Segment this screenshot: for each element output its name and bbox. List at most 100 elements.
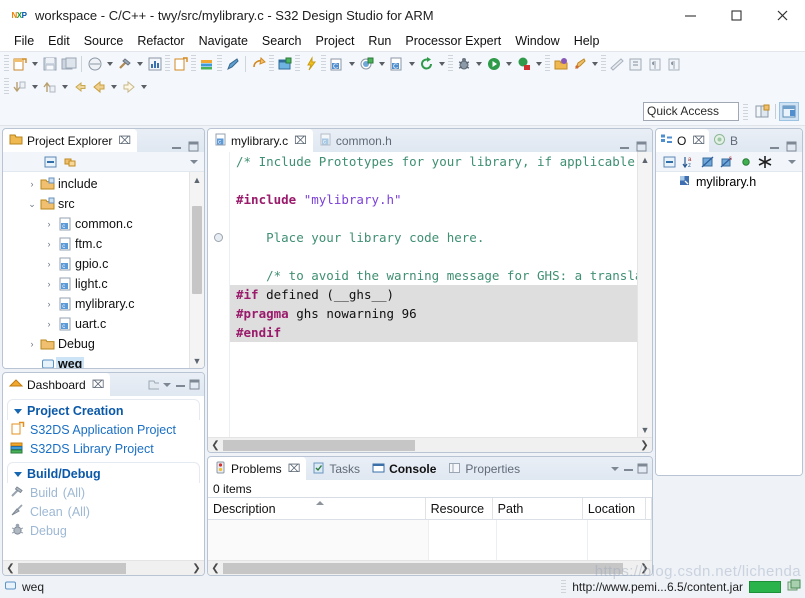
tab-console[interactable]: Console	[366, 457, 442, 480]
hide-nonpublic-icon[interactable]	[738, 154, 753, 169]
show-formatting-icon[interactable]: ¶	[664, 54, 683, 73]
column-header-description[interactable]: Description	[208, 498, 426, 519]
search-pen-icon[interactable]	[570, 54, 589, 73]
scroll-right-icon[interactable]: ❯	[189, 563, 204, 574]
hide-static-icon[interactable]: s	[719, 154, 734, 169]
maximize-view-icon[interactable]	[637, 463, 648, 474]
last-edit-location-icon[interactable]	[70, 77, 89, 96]
dashboard-hscrollbar[interactable]: ❮ ❯	[3, 560, 204, 575]
import-icon[interactable]	[249, 54, 268, 73]
scrollbar-thumb[interactable]	[192, 206, 202, 294]
close-icon[interactable]: ⌧	[294, 134, 307, 147]
expand-arrow-icon[interactable]: ›	[42, 259, 56, 269]
minimize-view-icon[interactable]	[171, 141, 182, 152]
back-dropdown-icon[interactable]	[108, 77, 119, 96]
new-c-project-icon[interactable]	[171, 54, 190, 73]
open-resource-icon[interactable]	[551, 54, 570, 73]
scrollbar-thumb[interactable]	[18, 562, 126, 574]
scroll-down-icon[interactable]: ▼	[638, 422, 652, 437]
minimize-button[interactable]	[667, 0, 713, 30]
new-file-dropdown-icon[interactable]	[29, 54, 40, 73]
tree-item-include[interactable]: › include	[3, 174, 204, 194]
new-header-dropdown-icon[interactable]	[406, 54, 417, 73]
tab-mylibrary-c[interactable]: c mylibrary.c ⌧	[208, 129, 313, 152]
library-project-icon[interactable]	[197, 54, 216, 73]
maximize-view-icon[interactable]	[636, 141, 647, 152]
minimize-view-icon[interactable]	[623, 463, 634, 474]
scrollbar-thumb[interactable]	[223, 562, 623, 574]
collapse-arrow-icon[interactable]: ⌄	[25, 199, 39, 210]
editor-hscrollbar[interactable]: ❮ ❯	[208, 437, 652, 452]
menu-item-source[interactable]: Source	[77, 30, 131, 52]
save-all-icon[interactable]	[59, 54, 78, 73]
menu-item-navigate[interactable]: Navigate	[192, 30, 255, 52]
tab-properties[interactable]: Properties	[442, 457, 526, 480]
print-dropdown-icon[interactable]	[104, 54, 115, 73]
expand-arrow-icon[interactable]: ›	[42, 319, 56, 329]
build-hammer-icon[interactable]	[115, 54, 134, 73]
hscroll-track[interactable]	[223, 562, 637, 574]
expand-arrow-icon[interactable]: ›	[42, 299, 56, 309]
scroll-left-icon[interactable]: ❮	[208, 563, 223, 574]
view-menu-icon[interactable]	[610, 464, 620, 474]
section-header[interactable]: Build/Debug	[8, 465, 199, 483]
expand-arrow-icon[interactable]: ›	[25, 179, 39, 189]
column-header-location[interactable]: Location	[583, 498, 646, 519]
hide-fields-icon[interactable]	[700, 154, 715, 169]
external-tools-icon[interactable]	[514, 54, 533, 73]
debug-bug-icon[interactable]	[454, 54, 473, 73]
collapse-all-icon[interactable]	[662, 154, 677, 169]
scroll-up-icon[interactable]: ▲	[638, 152, 652, 167]
minimize-view-icon[interactable]	[175, 379, 186, 390]
menu-item-window[interactable]: Window	[508, 30, 566, 52]
fold-marker-icon[interactable]	[214, 233, 223, 242]
chevron-down-icon[interactable]	[14, 471, 22, 477]
menu-item-help[interactable]: Help	[567, 30, 607, 52]
dashboard-item-build[interactable]: Build (All)	[3, 483, 204, 502]
close-button[interactable]	[759, 0, 805, 30]
project-tree[interactable]: › include ⌄ src › c common.c › c ftm.c ›…	[3, 172, 204, 368]
minimize-view-icon[interactable]	[769, 141, 780, 152]
run-icon[interactable]	[484, 54, 503, 73]
hscroll-track[interactable]	[18, 562, 189, 574]
hide-macros-icon[interactable]	[757, 154, 772, 169]
chevron-down-icon[interactable]	[14, 408, 22, 414]
problems-table-body[interactable]	[208, 520, 652, 560]
maximize-button[interactable]	[713, 0, 759, 30]
progress-bar-icon[interactable]	[749, 581, 781, 593]
tab-common-h[interactable]: c common.h	[313, 129, 398, 152]
tree-item-gpio-c[interactable]: › c gpio.c	[3, 254, 204, 274]
new-header-icon[interactable]: C	[387, 54, 406, 73]
tab-tasks[interactable]: Tasks	[306, 457, 366, 480]
editor-source-code[interactable]: /* Include Prototypes for your library, …	[230, 152, 652, 437]
maximize-view-icon[interactable]	[188, 141, 199, 152]
tree-item-mylibrary-c[interactable]: › c mylibrary.c	[3, 294, 204, 314]
tab-outline[interactable]: O ⌧	[656, 129, 710, 152]
tree-item-debug[interactable]: › Debug	[3, 334, 204, 354]
save-icon[interactable]	[40, 54, 59, 73]
search-dropdown-icon[interactable]	[589, 54, 600, 73]
toggle-block-selection-icon[interactable]	[626, 54, 645, 73]
menu-item-edit[interactable]: Edit	[41, 30, 77, 52]
menu-item-project[interactable]: Project	[309, 30, 362, 52]
menu-item-processor-expert[interactable]: Processor Expert	[398, 30, 508, 52]
link-with-editor-icon[interactable]	[62, 154, 77, 169]
expand-arrow-icon[interactable]: ›	[25, 339, 39, 349]
expand-arrow-icon[interactable]: ›	[42, 279, 56, 289]
prev-annotation-icon[interactable]	[40, 77, 59, 96]
new-class-icon[interactable]: C	[327, 54, 346, 73]
scrollbar-thumb[interactable]	[223, 439, 415, 451]
background-tasks-icon[interactable]	[787, 579, 801, 595]
scroll-right-icon[interactable]: ❯	[637, 440, 652, 451]
maximize-view-icon[interactable]	[189, 379, 200, 390]
editor-gutter[interactable]	[208, 152, 230, 437]
dashboard-item-s32ds-library-project[interactable]: S32DS Library Project	[3, 439, 204, 458]
problems-table[interactable]: Description Resource Path Location Type	[208, 498, 652, 575]
expand-arrow-icon[interactable]: ›	[42, 239, 56, 249]
view-menu-icon[interactable]	[189, 157, 199, 167]
scroll-right-icon[interactable]: ❯	[637, 563, 652, 574]
refresh-dashboard-icon[interactable]	[148, 379, 159, 390]
tree-item-common-c[interactable]: › c common.c	[3, 214, 204, 234]
outline-item-mylibrary-h[interactable]: mylibrary.h	[656, 172, 802, 192]
sort-az-icon[interactable]: az	[681, 154, 696, 169]
